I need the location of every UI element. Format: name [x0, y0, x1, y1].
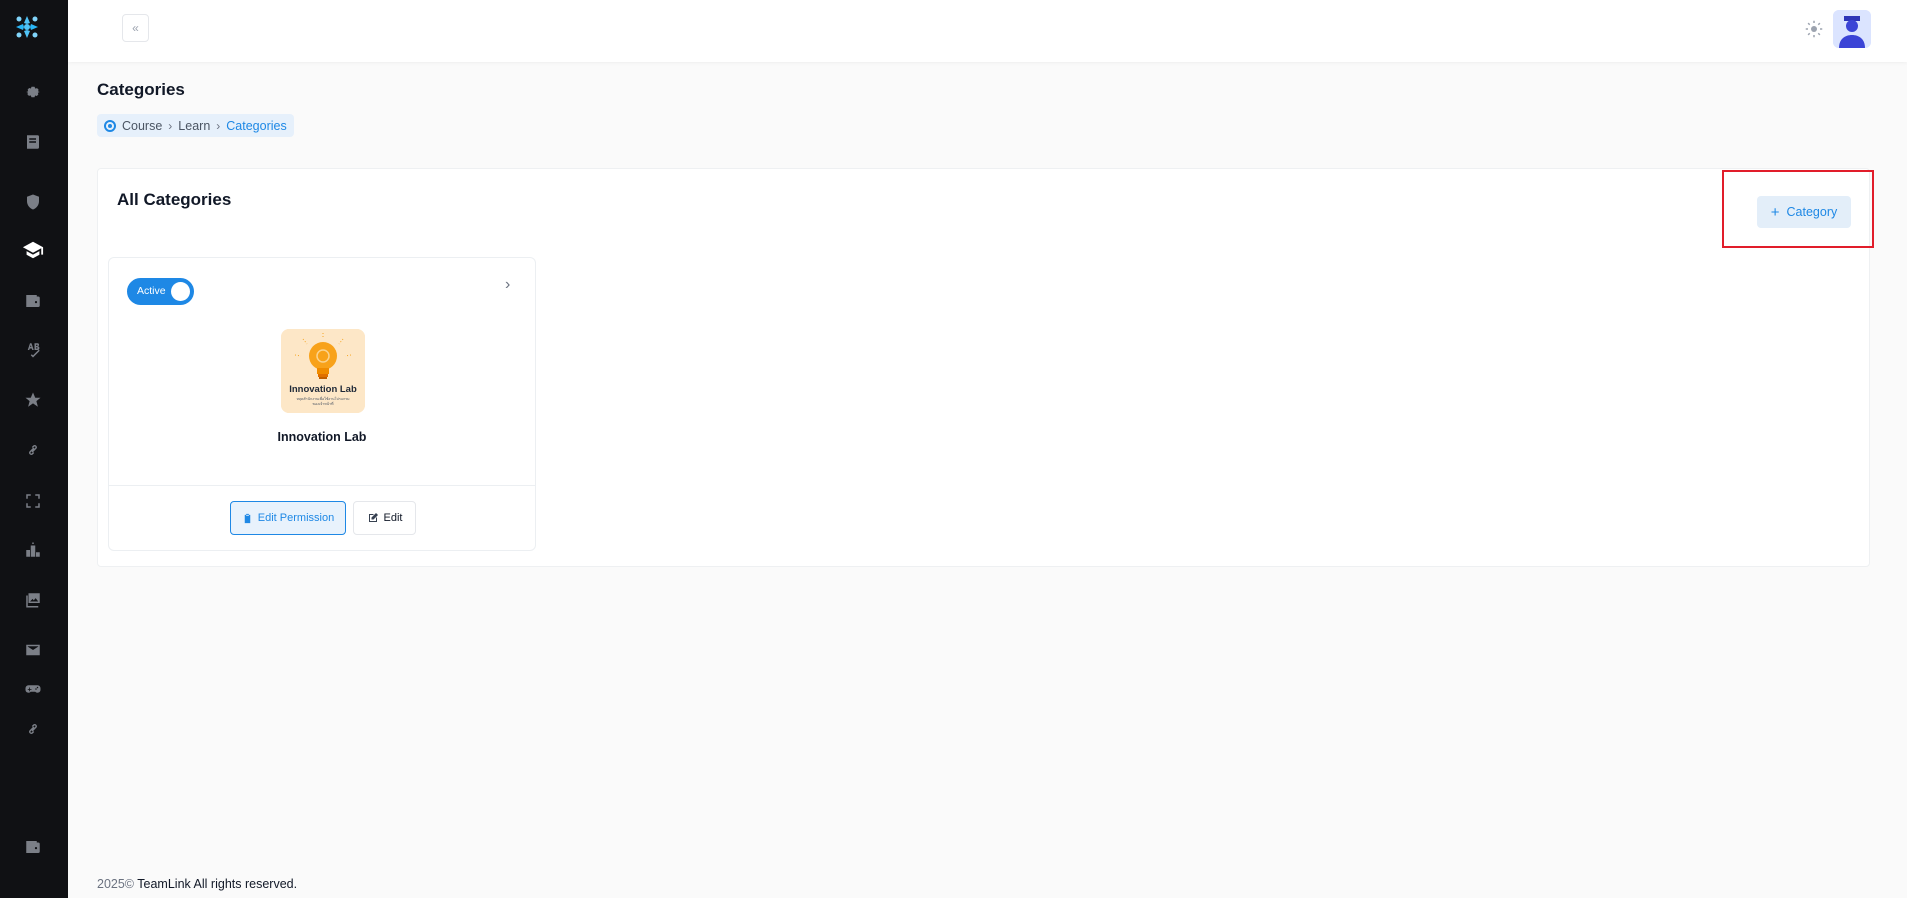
breadcrumb-item-learn[interactable]: Learn — [178, 119, 210, 133]
star-icon[interactable] — [22, 389, 44, 411]
svg-text:ของเจ้าหน้าที่: ของเจ้าหน้าที่ — [313, 401, 335, 406]
leaderboard-icon[interactable] — [22, 539, 44, 561]
edit-button[interactable]: Edit — [353, 501, 416, 535]
link-icon[interactable] — [22, 439, 44, 461]
fullscreen-icon[interactable] — [22, 490, 44, 512]
collapse-sidebar-button[interactable]: « — [122, 14, 149, 42]
avatar[interactable] — [1833, 10, 1871, 48]
edit-permission-button[interactable]: Edit Permission — [230, 501, 346, 535]
categories-panel: All Categories + Category Active › Innov… — [97, 168, 1874, 567]
add-category-label: Category — [1786, 205, 1838, 219]
divider — [109, 485, 535, 486]
sidebar — [0, 0, 68, 898]
target-icon — [104, 119, 116, 132]
footer-year: 2025© — [97, 877, 135, 891]
category-name: Innovation Lab — [277, 430, 367, 444]
toggle-knob — [171, 282, 190, 301]
book-icon[interactable] — [22, 131, 44, 153]
gallery-icon[interactable] — [22, 589, 44, 611]
chevron-right-icon: › — [216, 118, 221, 133]
graduation-cap-icon[interactable] — [22, 239, 44, 261]
gamepad-icon[interactable] — [22, 678, 44, 700]
edit-permission-label: Edit Permission — [257, 512, 335, 524]
mail-icon[interactable] — [22, 639, 44, 661]
footer: 2025© TeamLink All rights reserved. — [97, 877, 297, 891]
edit-label: Edit — [383, 512, 403, 524]
clipboard-check-icon — [244, 513, 251, 523]
edit-icon — [368, 513, 378, 522]
app-logo[interactable] — [14, 14, 40, 40]
chevron-right-icon[interactable]: › — [505, 277, 519, 293]
breadcrumb-item-course[interactable]: Course — [122, 119, 162, 133]
double-chevron-left-icon: « — [132, 21, 139, 35]
status-toggle-label: Active — [137, 285, 166, 297]
plus-icon: + — [1770, 203, 1780, 221]
page-title: Categories — [97, 80, 185, 99]
section-title: All Categories — [117, 190, 232, 209]
svg-text:Innovation Lab: Innovation Lab — [289, 384, 357, 395]
category-image: Innovation Lab หลุดสำนักงานเพื่อใช้งานโป… — [281, 329, 365, 413]
breadcrumb: Course › Learn › Categories — [97, 114, 294, 137]
sun-icon[interactable] — [1805, 20, 1823, 38]
status-toggle[interactable]: Active — [127, 278, 194, 305]
shield-icon[interactable] — [22, 191, 44, 213]
category-card: Active › Innovation Lab หลุดสำนักงานเพื่… — [108, 257, 536, 551]
link-icon[interactable] — [22, 718, 44, 740]
add-category-button[interactable]: + Category — [1757, 196, 1851, 228]
wallet-icon[interactable] — [22, 836, 44, 858]
footer-text: TeamLink All rights reserved. — [137, 877, 298, 891]
topbar: « — [68, 0, 1907, 62]
spellcheck-icon[interactable] — [22, 339, 44, 361]
gear-icon[interactable] — [22, 81, 44, 103]
chevron-right-icon: › — [168, 118, 173, 133]
wallet-icon[interactable] — [22, 290, 44, 312]
breadcrumb-current: Categories — [226, 118, 287, 133]
